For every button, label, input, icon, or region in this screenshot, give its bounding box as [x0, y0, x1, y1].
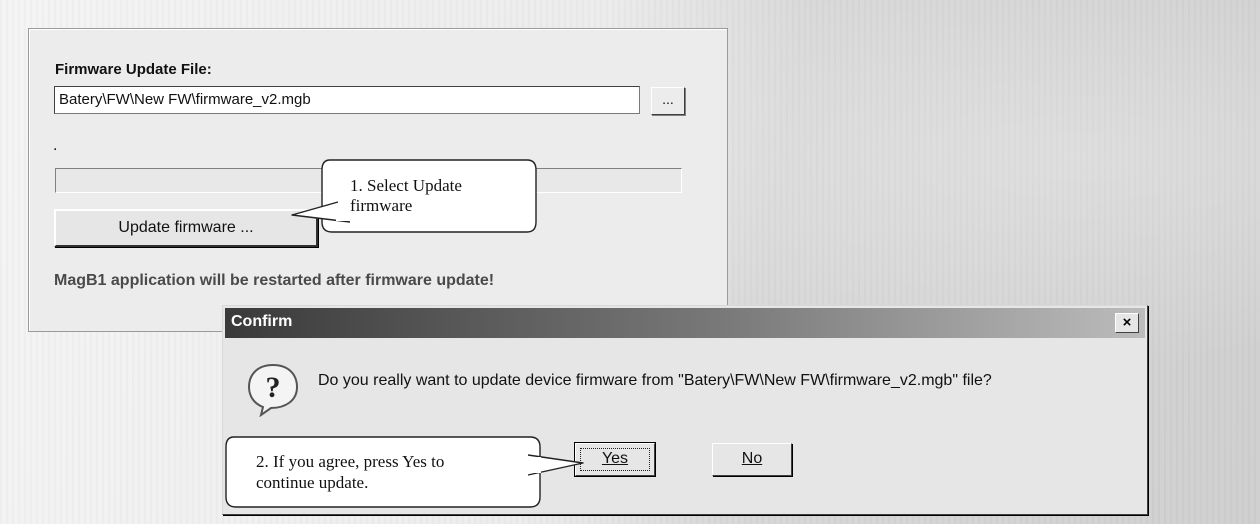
callout-bubble-step2: [225, 436, 584, 508]
callout-step2-line2: continue update.: [256, 473, 369, 492]
callout-step2-line1: 2. If you agree, press Yes to: [256, 452, 445, 471]
